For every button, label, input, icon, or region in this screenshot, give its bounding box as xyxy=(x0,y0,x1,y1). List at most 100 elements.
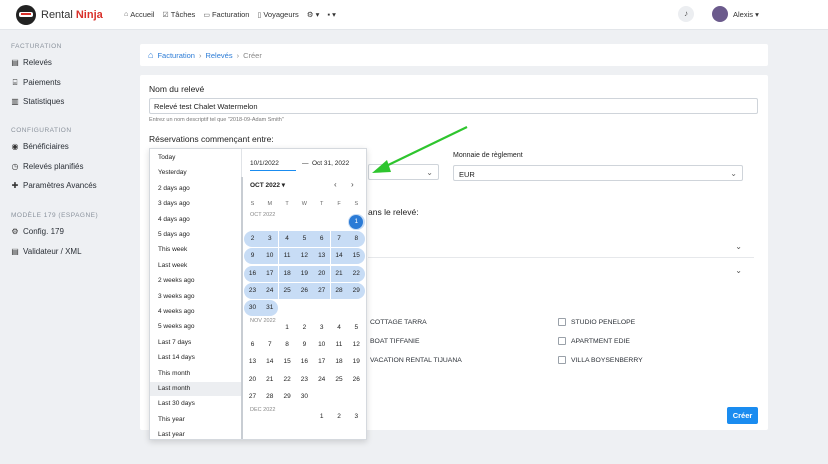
calendar-day[interactable]: 23 xyxy=(244,282,261,299)
checkbox[interactable] xyxy=(558,356,566,364)
calendar-day[interactable]: 22 xyxy=(347,265,365,282)
month-select[interactable]: OCT 2022 ▾ xyxy=(250,181,285,189)
calendar-day[interactable]: 10 xyxy=(261,248,279,265)
calendar-day[interactable]: 2 xyxy=(244,231,261,248)
range-option[interactable]: 2 weeks ago xyxy=(158,277,195,284)
calendar-day[interactable]: 18 xyxy=(331,354,348,370)
property-checkbox[interactable]: APARTMENT EDIE xyxy=(558,337,630,345)
calendar-day[interactable]: 15 xyxy=(279,354,296,370)
calendar-day[interactable]: 22 xyxy=(279,372,296,388)
calendar-day[interactable]: 23 xyxy=(296,372,313,388)
calendar-day[interactable]: 19 xyxy=(295,265,313,282)
calendar-day[interactable]: 26 xyxy=(348,372,365,388)
calendar-day[interactable]: 3 xyxy=(313,320,330,336)
calendar-day[interactable]: 27 xyxy=(244,389,261,405)
calendar-day[interactable]: 1 xyxy=(279,320,296,336)
calendar-day[interactable]: 2 xyxy=(331,409,348,425)
range-option[interactable]: Last month xyxy=(150,381,241,396)
calendar-day[interactable]: 18 xyxy=(278,265,296,282)
range-option[interactable]: Last 7 days xyxy=(158,339,191,346)
name-input[interactable]: Relevé test Chalet Watermelon xyxy=(149,98,758,114)
nav-accueil[interactable]: ⌂ Accueil xyxy=(124,10,154,19)
calendar-day[interactable]: 9 xyxy=(244,248,261,265)
range-option[interactable]: 5 weeks ago xyxy=(158,323,195,330)
calendar-day[interactable]: 11 xyxy=(331,337,348,353)
settings-menu[interactable]: ⚙ ▾ xyxy=(307,10,320,19)
sidebar-item-config-179[interactable]: ⚙ Config. 179 xyxy=(11,227,64,236)
calendar-day[interactable]: 19 xyxy=(348,354,365,370)
calendar-day[interactable]: 25 xyxy=(278,282,296,299)
breadcrumb-facturation[interactable]: Facturation xyxy=(157,51,195,60)
calendar-day[interactable]: 21 xyxy=(330,265,348,282)
calendar-day[interactable]: 5 xyxy=(295,231,313,248)
calendar-day[interactable]: 29 xyxy=(279,389,296,405)
calendar-day[interactable]: 7 xyxy=(261,337,278,353)
range-option[interactable]: 4 weeks ago xyxy=(158,308,195,315)
calendar-day[interactable]: 12 xyxy=(295,248,313,265)
property-checkbox[interactable]: VACATION RENTAL TIJUANA xyxy=(357,356,462,364)
calendar-day[interactable]: 15 xyxy=(347,248,365,265)
sidebar-item-statistiques[interactable]: ▥ Statistiques xyxy=(11,97,64,106)
calendar-day[interactable]: 1 xyxy=(313,409,330,425)
range-option[interactable]: Yesterday xyxy=(158,169,187,176)
next-month-icon[interactable]: › xyxy=(351,180,354,189)
calendar-day[interactable]: 24 xyxy=(313,372,330,388)
start-date-input[interactable]: 10/1/2022 xyxy=(250,160,279,167)
checkbox[interactable] xyxy=(558,337,566,345)
calendar-day[interactable]: 16 xyxy=(244,265,261,282)
calendar-day[interactable]: 25 xyxy=(331,372,348,388)
property-checkbox[interactable]: STUDIO PENELOPE xyxy=(558,318,635,326)
range-option[interactable]: Today xyxy=(158,154,175,161)
currency-select[interactable]: EUR ⌄ xyxy=(453,165,743,181)
calendar-day[interactable]: 10 xyxy=(313,337,330,353)
sidebar-item-releves-planifies[interactable]: ◷ Relevés planifiés xyxy=(11,162,84,171)
calendar-day[interactable]: 27 xyxy=(313,282,331,299)
range-option[interactable]: This year xyxy=(158,416,185,423)
calendar-day[interactable]: 14 xyxy=(261,354,278,370)
property-checkbox[interactable]: VILLA BOYSENBERRY xyxy=(558,356,643,364)
language-menu[interactable]: ▪ ▾ xyxy=(327,10,336,19)
calendar-day[interactable]: 28 xyxy=(261,389,278,405)
sidebar-item-paiements[interactable]: ⌸ Paiements xyxy=(11,78,61,88)
avatar[interactable] xyxy=(712,6,728,22)
range-option[interactable]: 2 days ago xyxy=(158,185,190,192)
calendar-day[interactable]: 12 xyxy=(348,337,365,353)
calendar-day[interactable]: 17 xyxy=(313,354,330,370)
range-option[interactable]: This week xyxy=(158,246,187,253)
range-option[interactable]: 3 days ago xyxy=(158,200,190,207)
range-option[interactable]: This month xyxy=(158,370,190,377)
sidebar-item-releves[interactable]: ▤ Relevés xyxy=(11,58,52,67)
calendar-day[interactable]: 26 xyxy=(295,282,313,299)
accordion-row[interactable]: ⌄ xyxy=(368,262,754,282)
sidebar-item-validateur-xml[interactable]: ▤ Validateur / XML xyxy=(11,247,81,256)
calendar-day[interactable]: 8 xyxy=(279,337,296,353)
calendar-day[interactable]: 30 xyxy=(296,389,313,405)
range-option[interactable]: Last 30 days xyxy=(158,400,195,407)
calendar-day[interactable]: 13 xyxy=(244,354,261,370)
calendar-day[interactable]: 16 xyxy=(296,354,313,370)
calendar-day[interactable]: 4 xyxy=(278,231,296,248)
range-option[interactable]: 5 days ago xyxy=(158,231,190,238)
accordion-row[interactable]: ⌄ xyxy=(368,238,754,258)
create-button[interactable]: Créer xyxy=(727,407,758,424)
logo[interactable]: Rental Ninja xyxy=(16,5,103,25)
calendar-day[interactable]: 2 xyxy=(296,320,313,336)
end-date-input[interactable]: Oct 31, 2022 xyxy=(312,160,349,167)
nav-tâches[interactable]: ☑ Tâches xyxy=(162,10,195,19)
nav-voyageurs[interactable]: ▯ Voyageurs xyxy=(257,10,298,19)
range-option[interactable]: 4 days ago xyxy=(158,216,190,223)
sidebar-item-beneficiaires[interactable]: ◉ Bénéficiaires xyxy=(11,142,69,151)
breadcrumb-releves[interactable]: Relevés xyxy=(205,51,232,60)
calendar-day[interactable]: 8 xyxy=(347,231,365,248)
calendar-day[interactable]: 17 xyxy=(261,265,279,282)
calendar-day[interactable]: 1 xyxy=(347,214,365,230)
calendar-day[interactable]: 29 xyxy=(347,282,365,299)
calendar-day[interactable]: 3 xyxy=(261,231,279,248)
calendar-day[interactable]: 7 xyxy=(330,231,348,248)
user-menu[interactable]: Alexis ▾ xyxy=(733,10,759,19)
bell-icon[interactable]: ♪ xyxy=(678,6,694,22)
home-icon[interactable]: ⌂ xyxy=(148,50,153,60)
range-option[interactable]: Last week xyxy=(158,262,187,269)
calendar-day[interactable]: 21 xyxy=(261,372,278,388)
prev-month-icon[interactable]: ‹ xyxy=(334,180,337,189)
